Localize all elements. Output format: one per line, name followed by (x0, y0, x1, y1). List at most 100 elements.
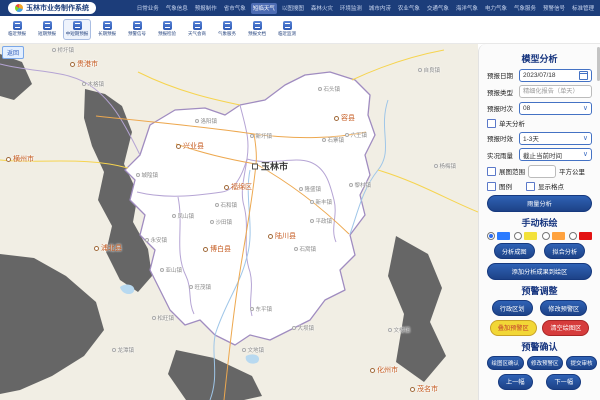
document-icon (283, 21, 292, 30)
place-dot-icon (145, 238, 149, 242)
sub-tab[interactable]: 短期预报 (33, 19, 61, 40)
warning-confirm-button[interactable]: 提交审核 (566, 356, 597, 370)
top-menu-item[interactable]: 气象信息 (164, 3, 190, 14)
sub-tab[interactable]: 长期预报 (93, 19, 121, 40)
warning-confirm-button[interactable]: 绘图区确认 (487, 356, 524, 370)
sub-tab[interactable]: 天气会商 (183, 19, 211, 40)
document-icon (193, 21, 202, 30)
overlay-warning-button[interactable]: 叠加预警区 (490, 320, 537, 336)
map-town-label: 亚山镇 (160, 266, 182, 274)
document-icon (223, 21, 232, 30)
forecast-time-select[interactable]: 08 ∨ (519, 102, 592, 115)
top-menu-item[interactable]: 城市内涝 (367, 3, 393, 14)
sub-tab[interactable]: 中短期预报 (63, 19, 91, 40)
place-dot-icon (189, 285, 193, 289)
map-area[interactable]: 贵港市横州市兴业县容县福绵区陆川县博白县浦北县化州市茂名市桥圩镇木格镇洛阳镇新圩… (0, 44, 478, 400)
map-town-label: 永安镇 (145, 236, 167, 244)
app-window: 玉林市业务制作系统 日常业务气象信息预报制作省市气象短临天气以图搜图森林火灾环境… (0, 0, 600, 400)
manual-plot-title: 手动标绘 (487, 216, 592, 229)
sub-tab[interactable]: 临近监测 (273, 19, 301, 40)
top-menu-item[interactable]: 日常业务 (135, 3, 161, 14)
map-town-label: 城隍镇 (136, 171, 158, 179)
place-dot-icon (292, 326, 296, 330)
document-icon (103, 21, 112, 30)
manual-plot-button[interactable]: 分析成图 (494, 243, 535, 259)
top-menu-item[interactable]: 省市气象 (222, 3, 248, 14)
top-menu-item[interactable]: 海洋气象 (454, 3, 480, 14)
warning-adjust-button[interactable]: 行政区划 (492, 300, 533, 316)
add-analysis-button[interactable]: 添加分析成果到绘区 (487, 263, 592, 280)
back-button[interactable]: 返回 (2, 46, 24, 59)
color-swatch-blue (497, 232, 510, 240)
top-menu-item[interactable]: 标准管理 (570, 3, 596, 14)
extent-checkbox[interactable] (487, 167, 496, 176)
plot-color-option-red[interactable] (569, 232, 592, 240)
forecast-type-input[interactable] (519, 85, 592, 98)
place-dot-icon (345, 133, 349, 137)
top-menu-item[interactable]: 气象服务 (512, 3, 538, 14)
map-county-label: 博白县 (203, 244, 231, 254)
plot-color-option-yellow[interactable] (514, 232, 537, 240)
top-menu-item[interactable]: 电力气象 (483, 3, 509, 14)
app-logo: 玉林市业务制作系统 (8, 2, 96, 14)
place-dot-icon (203, 247, 208, 252)
top-menu-item[interactable]: 预报制作 (193, 3, 219, 14)
document-icon (43, 21, 52, 30)
rain-select[interactable]: 截止当前时间 ∨ (519, 148, 592, 161)
top-menu-item[interactable]: 交通气象 (425, 3, 451, 14)
place-dot-icon (250, 307, 254, 311)
top-menu-item[interactable]: 环境监测 (338, 3, 364, 14)
forecast-period-select[interactable]: 1-3天 ∨ (519, 132, 592, 145)
sub-tab[interactable]: 预警信号 (123, 19, 151, 40)
map-town-label: 自良镇 (418, 66, 440, 74)
plot-color-options (487, 232, 592, 240)
top-menu-item[interactable]: 森林火灾 (309, 3, 335, 14)
sub-tab[interactable]: 预报文档 (243, 19, 271, 40)
legend-checkbox[interactable] (487, 182, 496, 191)
place-dot-icon (82, 82, 86, 86)
single-day-label: 单天分析 (499, 118, 525, 128)
radio-icon (487, 232, 495, 240)
map-town-label: 桥圩镇 (52, 46, 74, 54)
map-town-label: 文地镇 (242, 346, 264, 354)
extent-input[interactable] (528, 165, 556, 178)
single-day-checkbox[interactable] (487, 119, 496, 128)
place-dot-icon (334, 116, 339, 121)
map-town-label: 杨梅镇 (434, 162, 456, 170)
place-dot-icon (172, 214, 176, 218)
sub-tab[interactable]: 临近预报 (3, 19, 31, 40)
place-dot-icon (310, 219, 314, 223)
grid-label: 显示格点 (538, 181, 564, 191)
forecast-date-input[interactable]: 2023/07/18 (519, 69, 592, 82)
grid-checkbox[interactable] (526, 182, 535, 191)
top-menu-item[interactable]: 预警信号 (541, 3, 567, 14)
map-city-label: 玉林市 (252, 160, 288, 173)
right-panel: 模型分析 预报日期 2023/07/18 预报类型 预报时次 08 ∨ 单天分析… (478, 44, 600, 400)
warning-confirm-button[interactable]: 修改预警区 (527, 356, 564, 370)
page-nav-buttons: 上一幅下一幅 (487, 374, 592, 390)
place-dot-icon (318, 87, 322, 91)
calendar-icon[interactable] (579, 71, 588, 80)
manual-plot-button[interactable]: 拟合分析 (544, 243, 585, 259)
plot-color-option-blue[interactable] (487, 232, 510, 240)
page-nav-button[interactable]: 下一幅 (546, 374, 581, 390)
rain-analysis-button[interactable]: 雨量分析 (487, 195, 592, 212)
map-labels: 贵港市横州市兴业县容县福绵区陆川县博白县浦北县化州市茂名市桥圩镇木格镇洛阳镇新圩… (0, 44, 478, 400)
sub-tab-label: 预报文档 (248, 31, 266, 37)
map-town-label: 隆盛镇 (299, 185, 321, 193)
page-nav-button[interactable]: 上一幅 (498, 374, 533, 390)
top-menu-item[interactable]: 农业气象 (396, 3, 422, 14)
map-town-label: 石寨镇 (322, 136, 344, 144)
warning-adjust-button[interactable]: 修改预警区 (540, 300, 587, 316)
sub-tab[interactable]: 预报检验 (153, 19, 181, 40)
top-menu-item[interactable]: 以图搜图 (280, 3, 306, 14)
top-menu-item[interactable]: 短临天气 (251, 3, 277, 14)
clear-drawing-button[interactable]: 清空绘图区 (542, 320, 589, 336)
radio-icon (514, 232, 522, 240)
place-dot-icon (52, 48, 56, 52)
map-town-label: 大坝镇 (292, 324, 314, 332)
map-county-label: 茂名市 (410, 384, 438, 394)
sub-tab[interactable]: 气象服务 (213, 19, 241, 40)
forecast-date-label: 预报日期 (487, 70, 519, 80)
plot-color-option-orange[interactable] (542, 232, 565, 240)
